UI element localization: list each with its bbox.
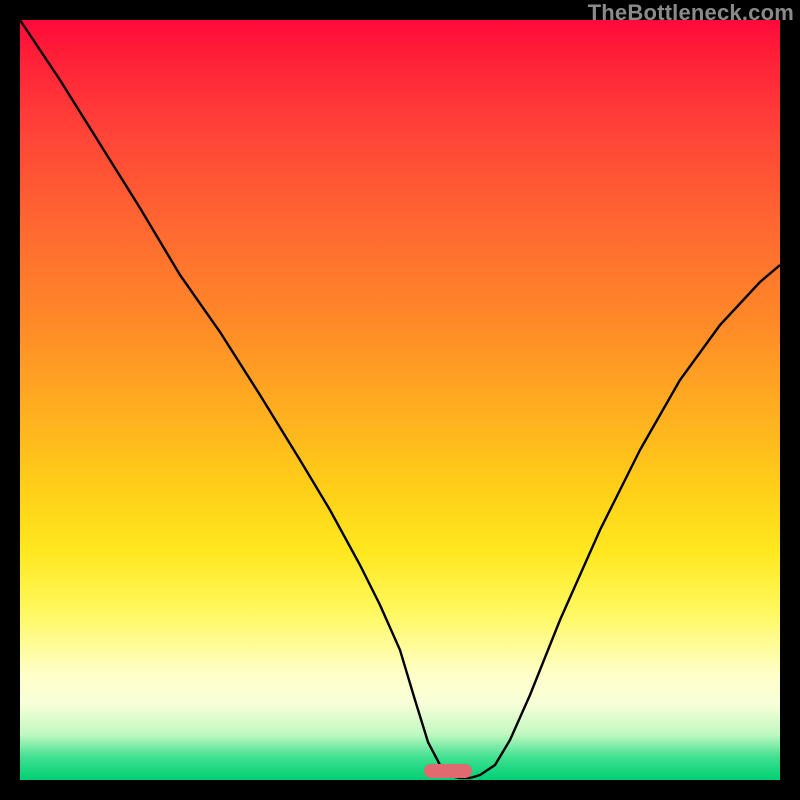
bottleneck-curve: [20, 20, 780, 778]
chart-frame: TheBottleneck.com: [0, 0, 800, 800]
watermark-text: TheBottleneck.com: [588, 0, 794, 26]
curve-svg: [20, 20, 780, 780]
plot-area: [20, 20, 780, 780]
optimum-marker: [424, 764, 472, 778]
